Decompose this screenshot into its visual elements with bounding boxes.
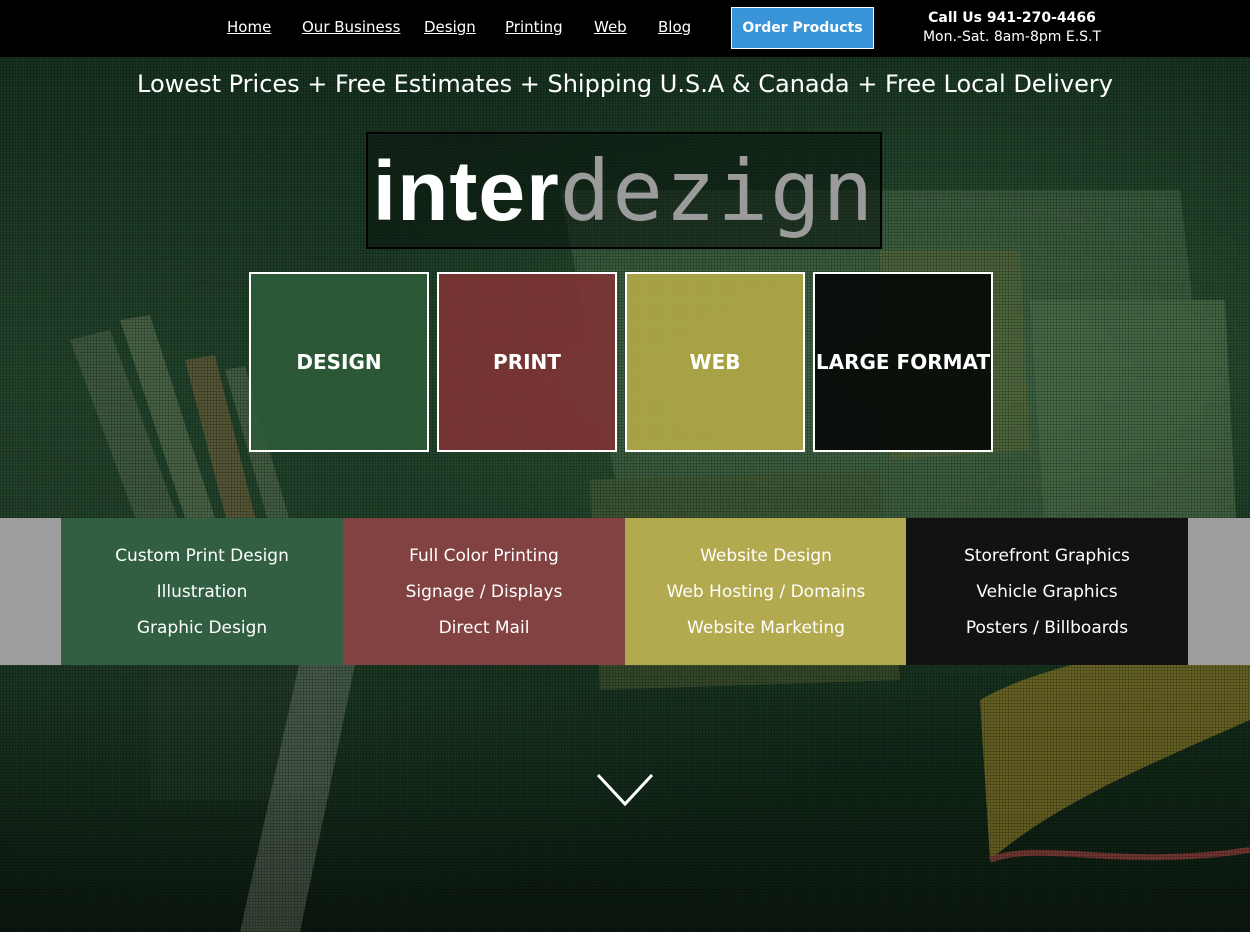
logo-part-inter: inter — [372, 143, 560, 238]
service-link[interactable]: Website Design — [700, 538, 832, 574]
service-link[interactable]: Posters / Billboards — [966, 610, 1128, 646]
service-link[interactable]: Custom Print Design — [115, 538, 289, 574]
nav-web-link[interactable]: Web — [594, 18, 627, 36]
nav-blog-link[interactable]: Blog — [658, 18, 691, 36]
design-tile[interactable]: DESIGN — [249, 272, 429, 452]
service-link[interactable]: Illustration — [157, 574, 248, 610]
nav-design-link[interactable]: Design — [424, 18, 476, 36]
service-link[interactable]: Signage / Displays — [406, 574, 563, 610]
service-link[interactable]: Web Hosting / Domains — [667, 574, 866, 610]
contact-info: Call Us 941-270-4466 Mon.-Sat. 8am-8pm E… — [912, 9, 1112, 47]
interdezign-logo[interactable]: inter dezign — [366, 132, 882, 249]
call-us-phone[interactable]: Call Us 941-270-4466 — [912, 9, 1112, 27]
large-format-tile[interactable]: LARGE FORMAT — [813, 272, 993, 452]
logo-part-dezign: dezign — [559, 141, 876, 240]
services-band: Custom Print Design Illustration Graphic… — [0, 518, 1250, 665]
print-tile[interactable]: PRINT — [437, 272, 617, 452]
service-link[interactable]: Website Marketing — [687, 610, 845, 646]
top-navigation-bar: Home Our Business Design Printing Web Bl… — [0, 0, 1250, 57]
tagline: Lowest Prices + Free Estimates + Shippin… — [137, 70, 1113, 98]
service-link[interactable]: Vehicle Graphics — [976, 574, 1117, 610]
order-products-button[interactable]: Order Products — [731, 7, 874, 49]
nav-printing-link[interactable]: Printing — [505, 18, 563, 36]
service-link[interactable]: Storefront Graphics — [964, 538, 1130, 574]
web-tile[interactable]: WEB — [625, 272, 805, 452]
service-link[interactable]: Full Color Printing — [409, 538, 559, 574]
nav-home-link[interactable]: Home — [227, 18, 271, 36]
business-hours: Mon.-Sat. 8am-8pm E.S.T — [922, 29, 1102, 45]
large-format-services-column: Storefront Graphics Vehicle Graphics Pos… — [906, 518, 1188, 665]
design-services-column: Custom Print Design Illustration Graphic… — [61, 518, 343, 665]
chevron-down-icon[interactable] — [596, 772, 654, 808]
service-link[interactable]: Graphic Design — [137, 610, 267, 646]
nav-our-business-link[interactable]: Our Business — [302, 18, 400, 36]
service-link[interactable]: Direct Mail — [439, 610, 530, 646]
print-services-column: Full Color Printing Signage / Displays D… — [343, 518, 625, 665]
web-services-column: Website Design Web Hosting / Domains Web… — [625, 518, 907, 665]
